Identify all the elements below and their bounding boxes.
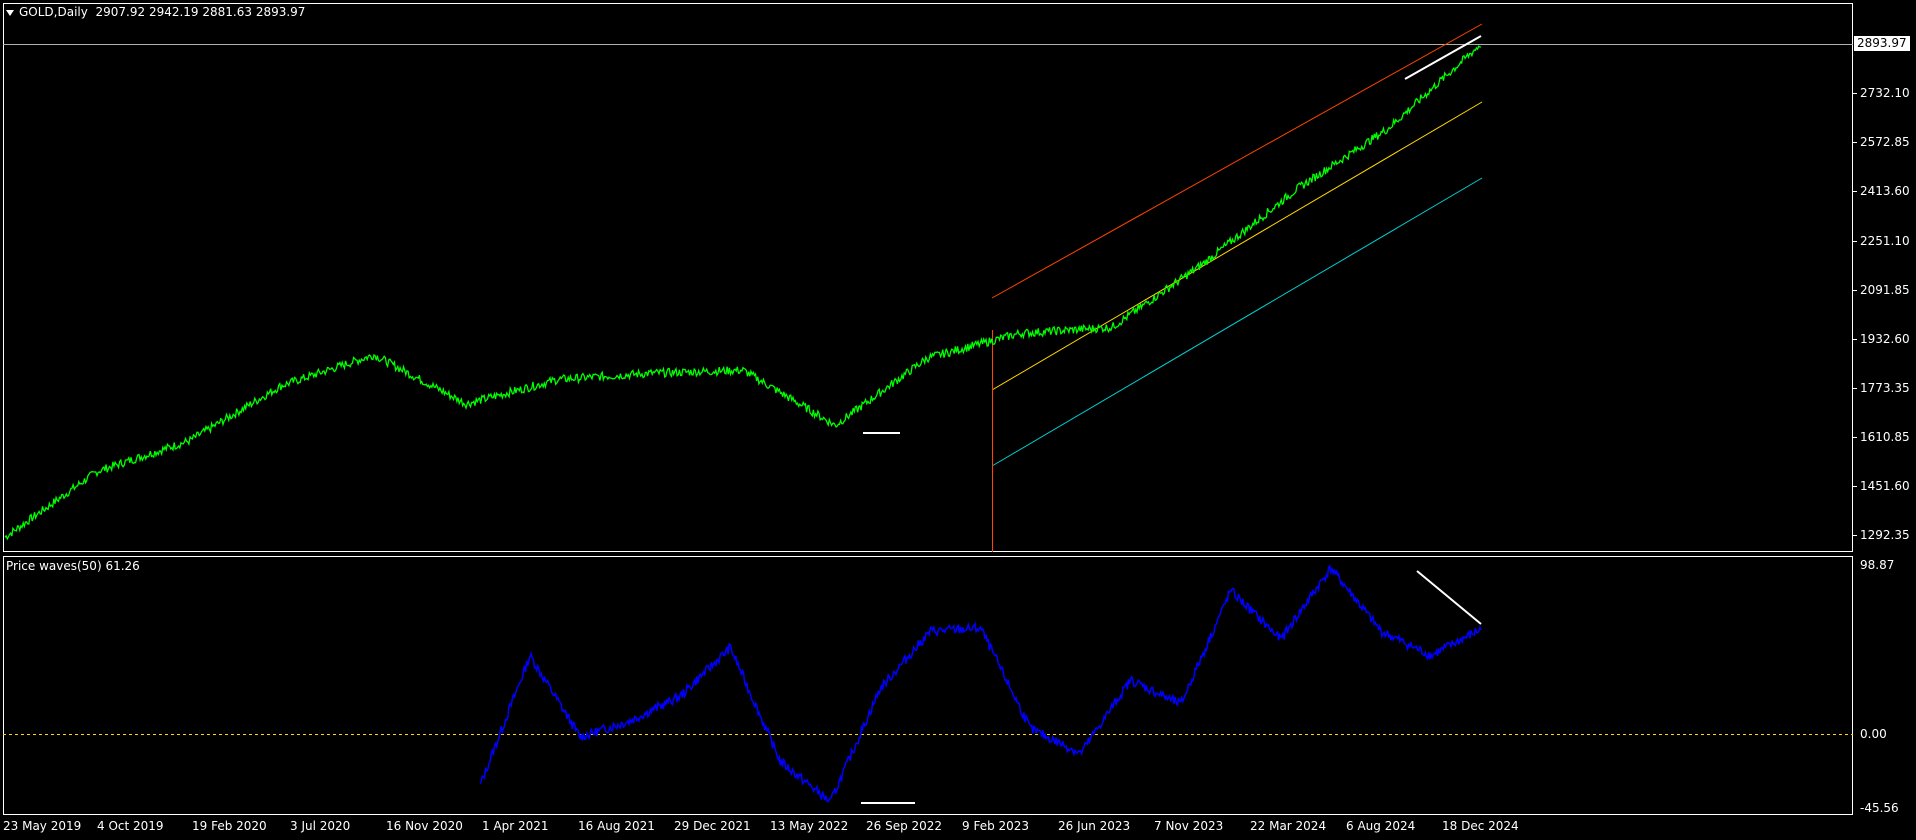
time-tick-label: 16 Aug 2021 bbox=[578, 819, 655, 833]
price-tick-label: 2732.10 bbox=[1860, 86, 1910, 100]
indicator-line-series bbox=[479, 563, 1482, 803]
time-tick-label: 6 Aug 2024 bbox=[1346, 819, 1416, 833]
price-tick-label: 1292.35 bbox=[1860, 528, 1910, 542]
time-tick-label: 23 May 2019 bbox=[3, 819, 82, 833]
time-tick-label: 18 Dec 2024 bbox=[1442, 819, 1519, 833]
indicator-panel-frame bbox=[3, 556, 1853, 815]
price-tick-label: 1451.60 bbox=[1860, 479, 1910, 493]
current-price-tag: 2893.97 bbox=[1854, 36, 1910, 51]
channel-lower-line bbox=[991, 177, 1483, 467]
time-tick-label: 19 Feb 2020 bbox=[192, 819, 267, 833]
indicator-tick-label: 0.00 bbox=[1860, 727, 1887, 741]
chart-header: GOLD,Daily 2907.92 2942.19 2881.63 2893.… bbox=[6, 5, 305, 19]
time-tick-label: 3 Jul 2020 bbox=[290, 819, 351, 833]
time-tick-label: 22 Mar 2024 bbox=[1250, 819, 1327, 833]
price-tick-label: 2413.60 bbox=[1860, 184, 1910, 198]
price-panel-frame bbox=[3, 3, 1853, 552]
time-tick-label: 1 Apr 2021 bbox=[482, 819, 549, 833]
price-tick-label: 1610.85 bbox=[1860, 430, 1910, 444]
time-tick-label: 16 Nov 2020 bbox=[386, 819, 463, 833]
ohlc-values: 2907.92 2942.19 2881.63 2893.97 bbox=[95, 5, 306, 19]
time-tick-label: 13 May 2022 bbox=[770, 819, 849, 833]
price-tick-label: 1932.60 bbox=[1860, 332, 1910, 346]
time-tick-label: 9 Feb 2023 bbox=[962, 819, 1030, 833]
price-tick-label: 1773.35 bbox=[1860, 381, 1910, 395]
price-tick-label: 2251.10 bbox=[1860, 234, 1910, 248]
channel-upper-line bbox=[991, 23, 1483, 299]
indicator-title: Price waves(50) 61.26 bbox=[6, 559, 140, 573]
time-tick-label: 29 Dec 2021 bbox=[674, 819, 751, 833]
symbol-label: GOLD,Daily bbox=[19, 5, 88, 19]
time-tick-label: 26 Sep 2022 bbox=[866, 819, 943, 833]
time-tick-label: 7 Nov 2023 bbox=[1154, 819, 1224, 833]
price-tick-label: 2091.85 bbox=[1860, 283, 1910, 297]
time-tick-label: 26 Jun 2023 bbox=[1058, 819, 1131, 833]
indicator-tick-label: 98.87 bbox=[1860, 558, 1895, 572]
chart-canvas[interactable] bbox=[0, 0, 1916, 840]
channel-middle-line bbox=[991, 101, 1483, 391]
dropdown-triangle-icon[interactable] bbox=[6, 9, 14, 16]
price-trend-mark bbox=[1404, 35, 1482, 80]
indicator-trend-mark bbox=[1416, 570, 1482, 625]
time-tick-label: 4 Oct 2019 bbox=[97, 819, 164, 833]
indicator-tick-label: -45.56 bbox=[1860, 801, 1899, 815]
price-tick-label: 2572.85 bbox=[1860, 135, 1910, 149]
price-line-series bbox=[4, 45, 1482, 541]
